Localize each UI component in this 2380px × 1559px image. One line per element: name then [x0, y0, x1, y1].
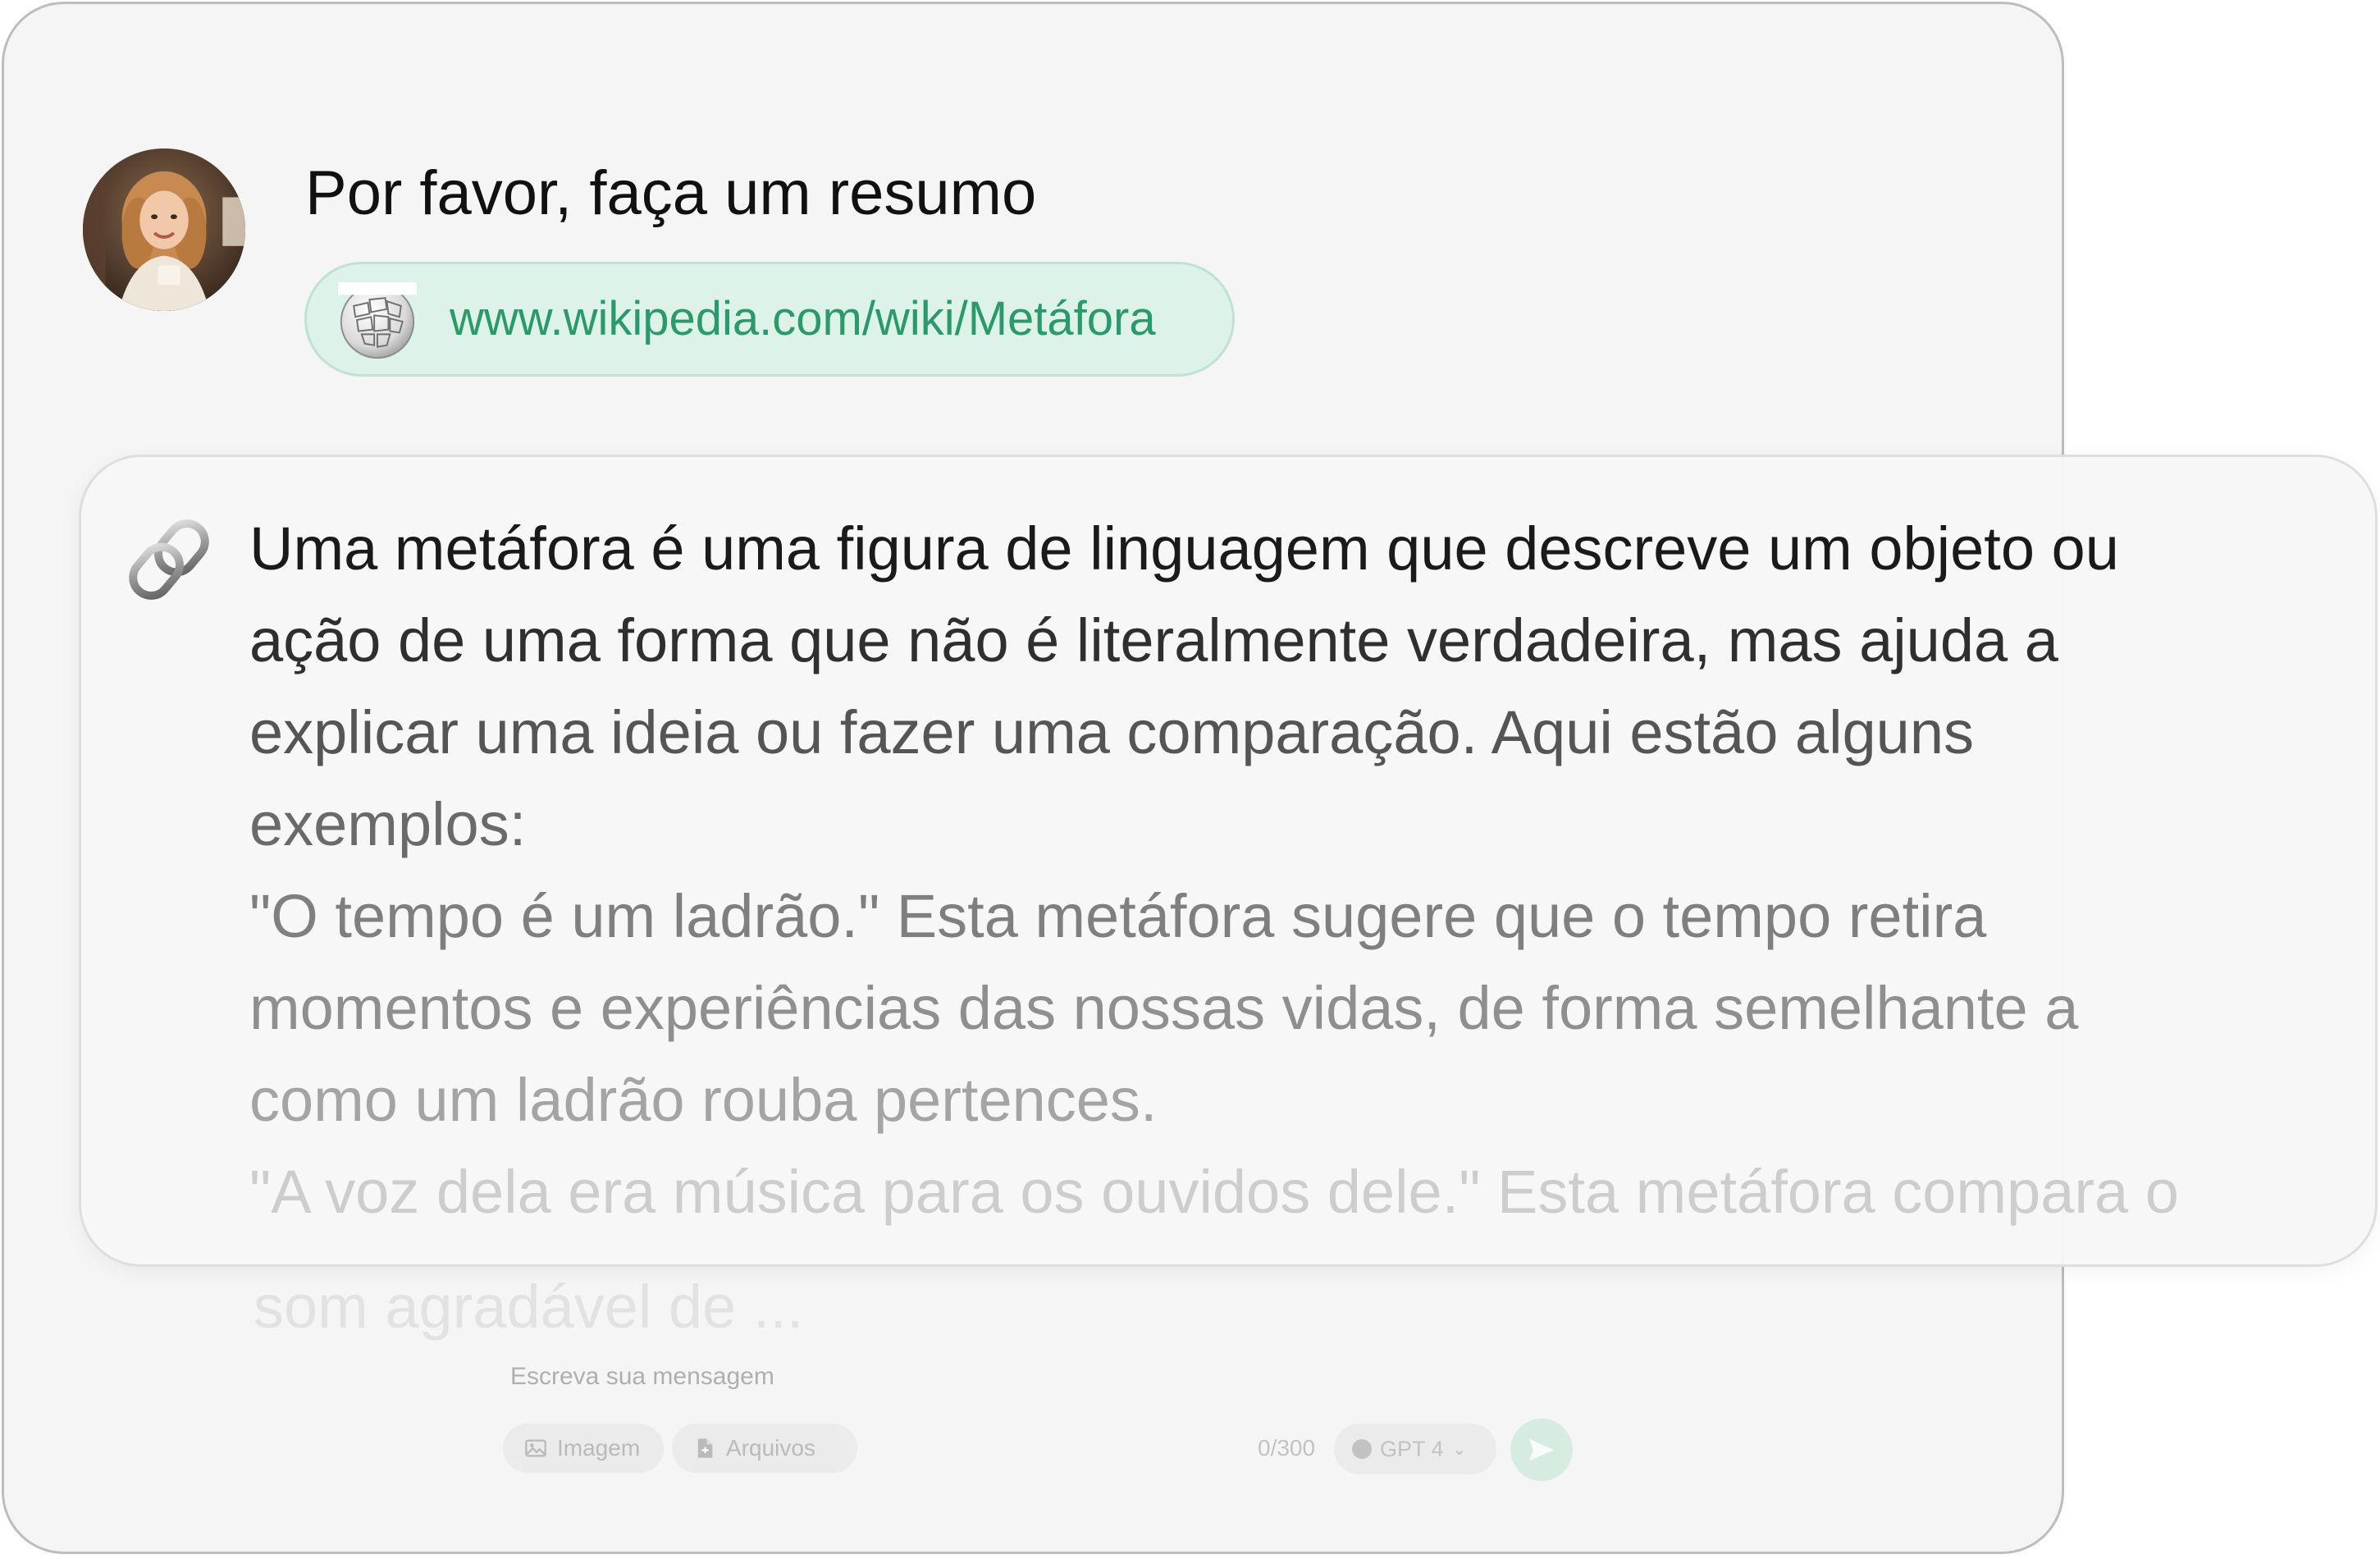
answer-line: "O tempo é um ladrão." Esta metáfora sug… — [249, 882, 1987, 950]
image-icon — [524, 1437, 547, 1460]
chevron-down-icon: ⌄ — [1451, 1438, 1467, 1459]
add-image-button[interactable]: Imagem — [503, 1424, 664, 1473]
message-composer: Escreva sua mensagem Imagem Arquivos 0/3… — [496, 1358, 1579, 1489]
wikipedia-globe-icon — [338, 282, 417, 361]
model-name: GPT 4 — [1380, 1436, 1444, 1461]
user-message: Por favor, faça um resumo — [305, 158, 1037, 228]
add-image-label: Imagem — [557, 1435, 641, 1461]
user-avatar — [83, 149, 245, 311]
message-input[interactable]: Escreva sua mensagem — [510, 1363, 774, 1391]
stage: Por favor, faça um resumo www.wikipedia.… — [0, 0, 2380, 1559]
model-selector[interactable]: GPT 4 ⌄ — [1334, 1424, 1496, 1474]
answer-line: "A voz dela era música para os ouvidos d… — [249, 1158, 2179, 1226]
add-files-button[interactable]: Arquivos — [672, 1424, 857, 1473]
answer-line: exemplos: — [249, 790, 527, 858]
add-files-label: Arquivos — [726, 1435, 815, 1461]
answer-line: momentos e experiências das nossas vidas… — [249, 974, 2079, 1042]
send-icon — [1529, 1438, 1554, 1461]
file-icon — [693, 1437, 716, 1460]
answer-line: ação de uma forma que não é literalmente… — [249, 606, 2058, 674]
send-button[interactable] — [1510, 1419, 1573, 1481]
link-icon — [124, 514, 214, 605]
answer-line: explicar uma ideia ou fazer uma comparaç… — [249, 698, 1974, 766]
answer-line: como um ladrão rouba pertences. — [249, 1066, 1158, 1134]
link-url[interactable]: www.wikipedia.com/wiki/Metáfora — [450, 264, 1156, 374]
answer-card: Uma metáfora é uma figura de linguagem q… — [79, 455, 2378, 1267]
avatar-photo-icon — [83, 149, 245, 311]
answer-text: Uma metáfora é uma figura de linguagem q… — [249, 503, 2179, 1238]
link-attachment-chip[interactable]: www.wikipedia.com/wiki/Metáfora — [304, 262, 1235, 377]
answer-tail-text: som agradável de ... — [254, 1273, 804, 1341]
model-status-icon — [1352, 1439, 1372, 1459]
character-counter: 0/300 — [1258, 1435, 1316, 1461]
answer-line: Uma metáfora é uma figura de linguagem q… — [249, 514, 2119, 583]
